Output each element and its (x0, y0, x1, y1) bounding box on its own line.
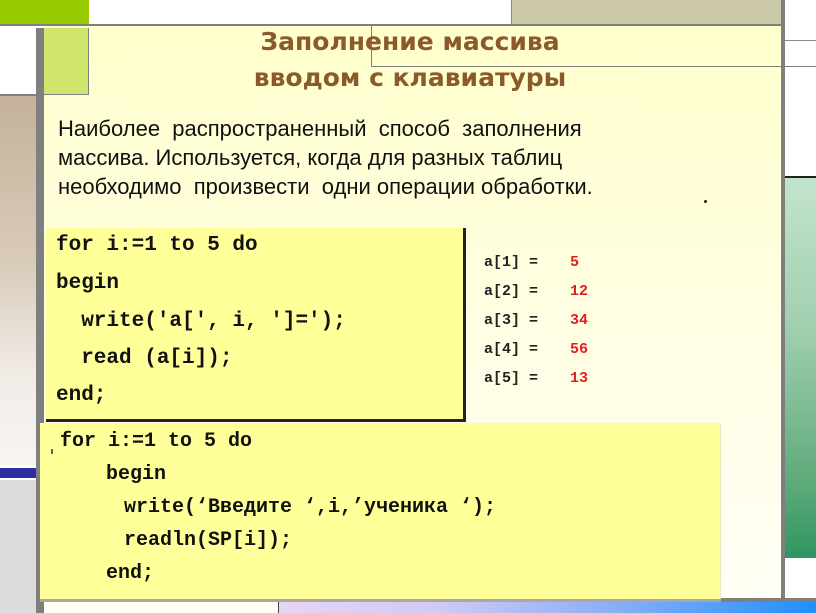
code-line: end; (106, 562, 155, 585)
code-example-2: for i:=1 to 5 do begin write(‘Введите ‘,… (40, 423, 721, 602)
decor-top-right-white (784, 0, 816, 26)
decor-green-gradient-bar (785, 176, 816, 558)
code-line: read (a[i]); (56, 347, 233, 370)
code-line: for i:=1 to 5 do (60, 430, 253, 453)
slide-title: Заполнение массива вводом с клавиатуры (150, 24, 670, 96)
code-example-2-shadow (40, 599, 721, 602)
decor-left-grey-bar (0, 480, 36, 613)
slide-description: Наиболее распространенный способ заполне… (58, 114, 738, 201)
decor-tan-block (511, 0, 782, 26)
output-label: a[2] = (484, 283, 539, 300)
description-line: массива. Используется, когда для разных … (58, 145, 563, 170)
output-value: 13 (570, 370, 589, 387)
output-value: 12 (570, 283, 589, 300)
slide-title-line-2: вводом с клавиатуры (253, 63, 567, 92)
output-value: 5 (570, 254, 580, 271)
code-line: readln(SP[i]); (124, 529, 293, 552)
output-value: 34 (570, 312, 589, 329)
output-value: 56 (570, 341, 589, 358)
decor-bottom-gradient-bar (278, 602, 816, 613)
code-line: end; (56, 384, 107, 407)
decor-left-blue-bar (0, 468, 36, 478)
slide-title-line-1: Заполнение массива (260, 27, 560, 56)
decor-right-hline (785, 40, 816, 41)
code-line: write('a[', i, ']='); (56, 310, 346, 333)
decor-mark (51, 449, 53, 454)
output-label: a[1] = (484, 254, 539, 271)
code-line: begin (106, 463, 167, 486)
output-label: a[5] = (484, 370, 539, 387)
code-line: write(‘Введите ‘,i,’ученика ‘); (124, 496, 497, 519)
code-example-1: for i:=1 to 5 do begin write('a[', i, ']… (46, 228, 466, 422)
decor-top-white-strip (89, 0, 327, 26)
decor-lime-square (44, 28, 89, 95)
description-line: Наиболее распространенный способ заполне… (58, 116, 582, 141)
decor-green-block (0, 0, 89, 24)
decor-left-white-square (0, 28, 36, 96)
code-line: for i:=1 to 5 do (56, 234, 258, 257)
code-line: begin (56, 272, 120, 295)
output-label: a[3] = (484, 312, 539, 329)
decor-left-tan-bar (0, 96, 36, 466)
output-label: a[4] = (484, 341, 539, 358)
description-line: необходимо произвести одни операции обра… (58, 174, 593, 199)
decor-bottom-grey-line (715, 598, 816, 602)
